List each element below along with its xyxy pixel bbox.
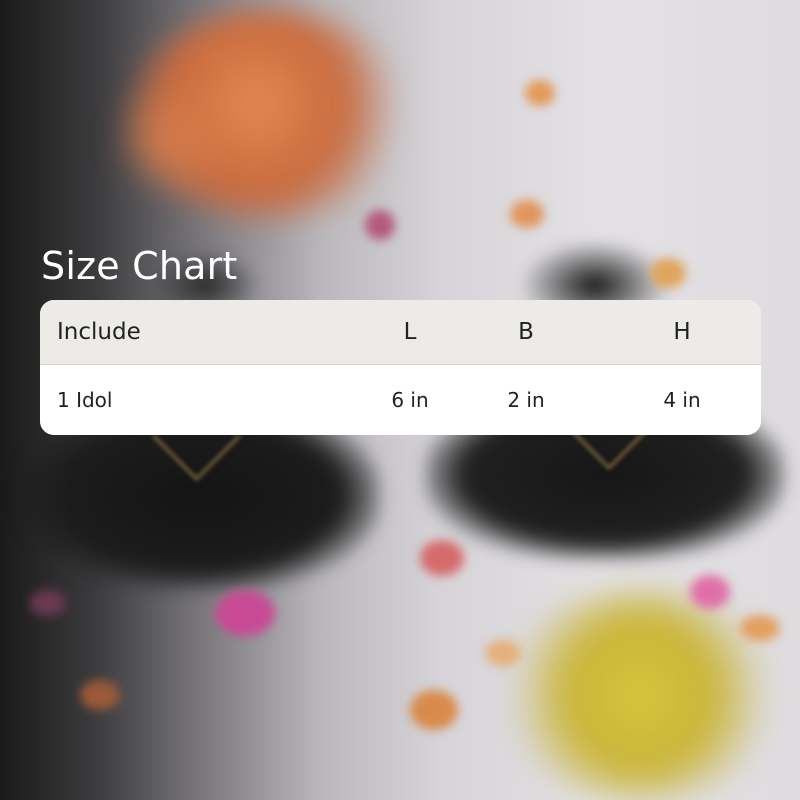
petal bbox=[30, 590, 66, 616]
size-chart-title: Size Chart bbox=[41, 244, 238, 288]
petal bbox=[420, 540, 464, 576]
petal bbox=[510, 200, 544, 228]
column-header-height: H bbox=[673, 319, 691, 345]
column-header-breadth: B bbox=[518, 319, 534, 345]
petal bbox=[650, 258, 686, 288]
petal bbox=[690, 575, 730, 609]
petal bbox=[740, 615, 780, 641]
yellow-flower-blur bbox=[500, 590, 780, 800]
petal bbox=[80, 680, 120, 710]
orange-flower-blur-2 bbox=[110, 80, 230, 200]
petal bbox=[485, 640, 521, 666]
cell-height: 4 in bbox=[663, 388, 701, 412]
petal bbox=[410, 690, 458, 730]
cell-breadth: 2 in bbox=[507, 388, 545, 412]
column-header-include: Include bbox=[57, 319, 141, 345]
petal bbox=[525, 80, 555, 106]
cell-include: 1 Idol bbox=[57, 388, 113, 412]
table-header-row: Include L B H bbox=[40, 300, 761, 365]
petal bbox=[365, 210, 395, 240]
size-chart-table: Include L B H 1 Idol 6 in 2 in 4 in bbox=[40, 300, 761, 435]
table-row: 1 Idol 6 in 2 in 4 in bbox=[40, 365, 761, 435]
petal bbox=[215, 590, 275, 636]
